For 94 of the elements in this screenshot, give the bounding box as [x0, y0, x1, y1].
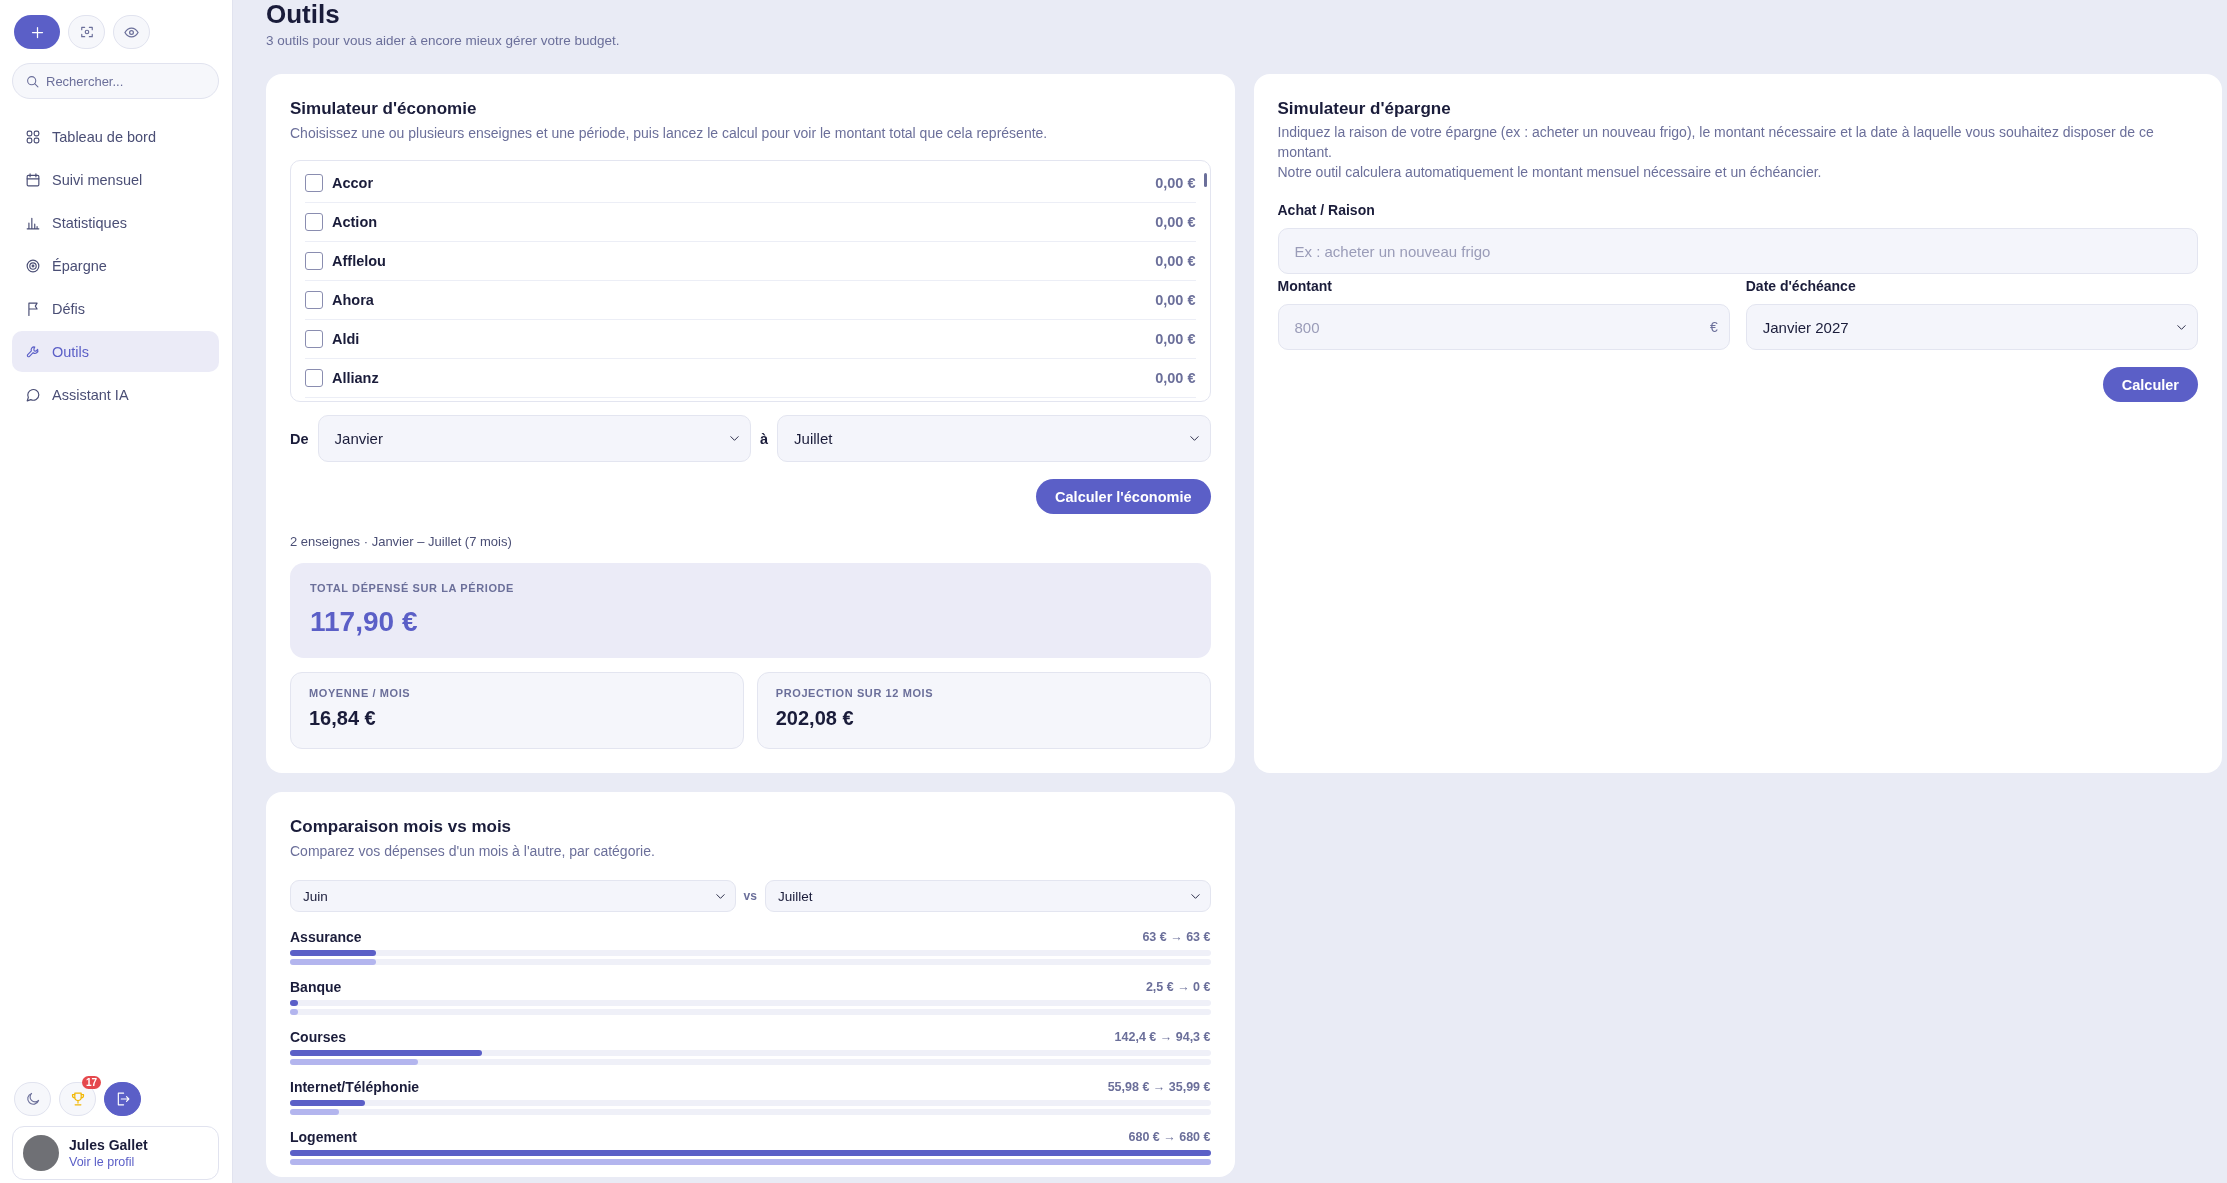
- target-icon: [26, 258, 40, 273]
- card-description: Notre outil calculera automatiquement le montant mensuel nécessaire et un échéancier.: [1277, 163, 1823, 182]
- chevron-down-icon: [729, 433, 740, 444]
- card-title: Simulateur d'économie: [290, 98, 478, 120]
- month-select[interactable]: Juillet: [764, 880, 1211, 912]
- category-name: Logement: [290, 1129, 357, 1145]
- page-subtitle: 3 outils pour vous aider à encore mieux gérer votre budget.: [266, 32, 621, 50]
- store-amount: 0,00 €: [1155, 175, 1196, 191]
- total-value: 117,90 €: [310, 605, 419, 639]
- calendar-icon: [26, 172, 40, 187]
- wrench-icon: [26, 344, 40, 359]
- store-name: Action: [332, 214, 379, 230]
- card-description: Comparez vos dépenses d'un mois à l'autre, par catégorie.: [290, 842, 656, 860]
- chevron-down-icon: [1188, 433, 1200, 444]
- flag-icon: [26, 301, 40, 316]
- search-icon: [26, 75, 39, 88]
- nav-item[interactable]: Suivi mensuel: [12, 159, 219, 200]
- checkbox[interactable]: [305, 213, 323, 231]
- page-title: Outils: [266, 0, 341, 28]
- category-amounts: 142,4 € → 94,3 €: [1114, 1030, 1211, 1044]
- store-name: Allianz: [332, 370, 380, 386]
- month-select[interactable]: Juillet: [777, 415, 1211, 462]
- moon-icon: [25, 1092, 40, 1106]
- nav-item[interactable]: Outils: [12, 331, 219, 372]
- category-amounts: 55,98 € → 35,99 €: [1107, 1080, 1211, 1094]
- field-label: Montant: [1277, 277, 1333, 296]
- store-amount: 0,00 €: [1155, 253, 1196, 269]
- field-label: Date d'échéance: [1745, 277, 1857, 296]
- category-name: Assurance: [290, 929, 362, 945]
- nav-item[interactable]: Défis: [12, 288, 219, 329]
- checkbox[interactable]: [305, 252, 323, 270]
- checkbox[interactable]: [305, 291, 323, 309]
- store-amount: 0,00 €: [1155, 292, 1196, 308]
- avatar: [23, 1135, 59, 1171]
- nav-item[interactable]: Assistant IA: [12, 374, 219, 415]
- logout-icon: [115, 1092, 130, 1106]
- store-name: Accor: [332, 175, 375, 191]
- store-name: Aldi: [332, 331, 361, 347]
- month-select[interactable]: Janvier: [317, 415, 751, 462]
- store-name: Ahora: [332, 292, 375, 308]
- profile-link[interactable]: Voir le profil: [69, 1154, 148, 1170]
- calculate-button[interactable]: Calculer: [2102, 367, 2198, 402]
- logout-button[interactable]: [104, 1082, 141, 1116]
- due-date-select[interactable]: Janvier 2027: [1745, 304, 2198, 350]
- category-amounts: 63 € → 63 €: [1142, 930, 1211, 944]
- reason-input[interactable]: Ex : acheter un nouveau frigo: [1277, 228, 2198, 274]
- checkbox[interactable]: [305, 369, 323, 387]
- store-amount: 0,00 €: [1155, 214, 1196, 230]
- currency-suffix: €: [1709, 318, 1718, 336]
- notification-badge: 17: [81, 1076, 101, 1089]
- period-label: à: [760, 430, 769, 447]
- checkbox[interactable]: [305, 174, 323, 192]
- total-label: TOTAL DÉPENSÉ SUR LA PÉRIODE: [310, 581, 516, 595]
- checkbox[interactable]: [305, 330, 323, 348]
- category-name: Internet/Téléphonie: [290, 1079, 420, 1095]
- category-amounts: 680 € → 680 €: [1128, 1130, 1211, 1144]
- chat-bubble-icon: [26, 387, 40, 402]
- search-input[interactable]: Rechercher...: [12, 63, 219, 99]
- store-amount: 0,00 €: [1155, 370, 1196, 386]
- card-description: Indiquez la raison de votre épargne (ex : acheter un nouveau frigo), le montant nécessaire et la date à laquelle vous souhaitez disposer de ce montant.: [1277, 123, 2155, 162]
- scan-icon: [79, 25, 94, 39]
- result-summary: 2 enseignes · Janvier – Juillet (7 mois): [290, 534, 513, 550]
- category-amounts: 2,5 € → 0 €: [1145, 980, 1211, 994]
- nav-item[interactable]: Statistiques: [12, 202, 219, 243]
- grid-icon: [26, 129, 40, 144]
- trophy-icon: [70, 1092, 85, 1106]
- store-name: Afflelou: [332, 253, 387, 269]
- scrollbar-thumb[interactable]: [1203, 173, 1207, 187]
- stat-label: PROJECTION SUR 12 MOIS: [775, 686, 935, 700]
- eye-icon: [124, 24, 139, 40]
- profile-name: Jules Gallet: [69, 1136, 148, 1154]
- category-name: Courses: [290, 1029, 347, 1045]
- vs-label: vs: [743, 889, 757, 903]
- card-description: Choisissez une ou plusieurs enseignes et une période, puis lancez le calcul pour voir le montant total que cela représente.: [290, 124, 1049, 142]
- stat-value: 202,08 €: [775, 706, 855, 731]
- profile-card[interactable]: Jules Gallet Voir le profil: [12, 1126, 219, 1180]
- stat-label: MOYENNE / MOIS: [309, 686, 412, 700]
- theme-toggle-button[interactable]: [14, 1082, 51, 1116]
- scan-button[interactable]: [68, 15, 105, 49]
- period-label: De: [290, 430, 309, 447]
- stat-value: 16,84 €: [309, 706, 377, 731]
- plus-icon: [29, 24, 45, 40]
- nav-item[interactable]: Épargne: [12, 245, 219, 286]
- nav-item[interactable]: Tableau de bord: [12, 116, 219, 157]
- field-label: Achat / Raison: [1277, 201, 1376, 220]
- card-title: Simulateur d'épargne: [1277, 98, 1452, 120]
- add-button[interactable]: [14, 15, 60, 49]
- view-button[interactable]: [113, 15, 150, 49]
- calculate-savings-button[interactable]: Calculer l'économie: [1036, 479, 1211, 514]
- category-name: Banque: [290, 979, 342, 995]
- card-title: Comparaison mois vs mois: [290, 816, 513, 838]
- month-select[interactable]: Juin: [290, 880, 736, 912]
- store-amount: 0,00 €: [1155, 331, 1196, 347]
- bar-chart-icon: [26, 215, 40, 230]
